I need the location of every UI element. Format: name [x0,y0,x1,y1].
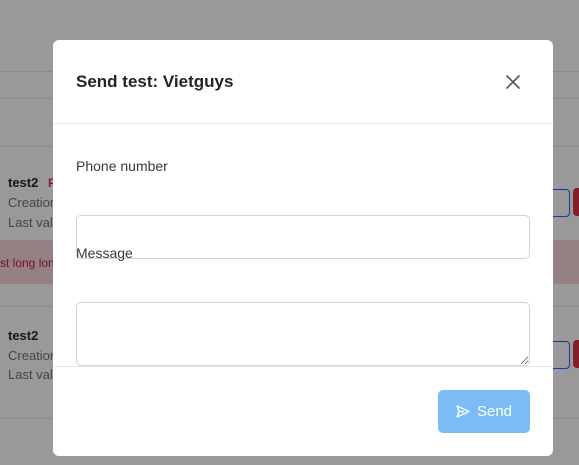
modal-title: Send test: Vietguys [76,72,234,91]
phone-number-input[interactable] [76,215,530,259]
message-label: Message [76,245,133,261]
send-button[interactable]: Send [438,390,530,433]
modal-footer: Send [53,366,553,456]
send-icon [456,405,470,418]
phone-number-label: Phone number [76,158,168,174]
send-button-label: Send [476,403,513,420]
message-textarea[interactable] [76,302,530,366]
close-icon [506,75,520,89]
close-button[interactable] [501,70,525,94]
modal-header: Send test: Vietguys [53,40,553,124]
send-test-dialog: Send test: Vietguys Phone number Message… [53,40,553,456]
